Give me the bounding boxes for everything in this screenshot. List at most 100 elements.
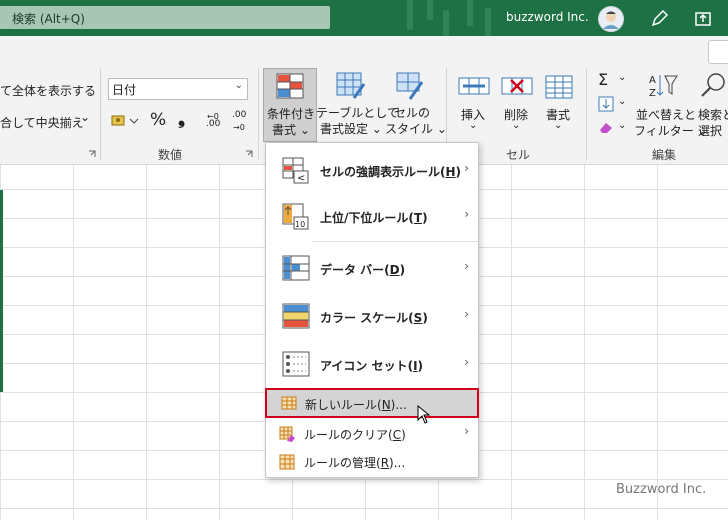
menu-item-new-rule[interactable]: 新しいルール(N)... bbox=[265, 388, 479, 424]
menu-item-label: ルールのクリア(C) bbox=[304, 428, 406, 442]
comment-icon[interactable] bbox=[708, 40, 728, 64]
menu-item-label: ルールの管理(R)... bbox=[304, 456, 406, 470]
merge-center-button[interactable]: 合して中央揃え bbox=[0, 114, 84, 131]
format-button[interactable]: 書式 ⌄ bbox=[540, 72, 578, 132]
search-text: 検索 (Alt+Q) bbox=[12, 12, 85, 26]
svg-text:10: 10 bbox=[295, 220, 305, 229]
format-cells-icon bbox=[545, 75, 573, 99]
fill-down-icon[interactable] bbox=[598, 96, 614, 112]
menu-item-data-bars[interactable]: データ バー(D) › bbox=[266, 253, 478, 287]
menu-item-clear-rules[interactable]: ルールのクリア(C) › bbox=[266, 423, 478, 445]
menu-item-icon-sets[interactable]: アイコン セット(I) › bbox=[266, 349, 478, 383]
sort-filter-label-1: 並べ替えと bbox=[636, 108, 697, 122]
chevron-right-icon: › bbox=[464, 355, 469, 369]
new-rule-icon bbox=[281, 396, 297, 410]
chevron-down-icon[interactable]: ⌄ bbox=[618, 96, 626, 107]
conditional-format-icon bbox=[276, 73, 304, 99]
conditional-format-label-1: 条件付き bbox=[267, 107, 316, 121]
chevron-down-icon: ⌄ bbox=[234, 80, 243, 91]
chevron-right-icon: › bbox=[464, 424, 469, 438]
insert-cells-icon bbox=[458, 77, 490, 95]
comma-button[interactable]: ❟ bbox=[178, 108, 185, 129]
find-select-label-1: 検索と bbox=[698, 108, 728, 122]
menu-item-label: カラー スケール(S) bbox=[320, 311, 428, 325]
delete-cells-icon bbox=[501, 77, 533, 95]
chevron-down-icon: ⌄ bbox=[469, 120, 478, 131]
share-window-icon[interactable] bbox=[694, 9, 712, 27]
manage-rules-icon bbox=[279, 454, 295, 470]
conditional-format-menu: < セルの強調表示ルール(H) › 10 上位/下位ルール(T) › データ バ… bbox=[265, 142, 479, 478]
mouse-cursor-icon bbox=[417, 405, 431, 424]
menu-item-label: 上位/下位ルール(T) bbox=[320, 211, 428, 225]
title-bar: 検索 (Alt+Q) buzzword Inc. bbox=[0, 0, 728, 36]
menu-item-label: セルの強調表示ルール(H) bbox=[320, 165, 462, 179]
decrease-decimal-label: .00 bbox=[232, 110, 247, 120]
group-label-editing: 編集 bbox=[652, 148, 677, 162]
format-as-table-label-2: 書式設定 ⌄ bbox=[320, 122, 382, 136]
top-bottom-rules-icon: 10 bbox=[282, 203, 309, 230]
cell-styles-icon bbox=[396, 72, 424, 100]
menu-item-color-scales[interactable]: カラー スケール(S) › bbox=[266, 301, 478, 335]
percent-button[interactable]: % bbox=[150, 110, 166, 130]
separator bbox=[586, 68, 587, 160]
autosum-button[interactable]: Σ bbox=[598, 70, 608, 89]
search-icon bbox=[701, 73, 725, 97]
wrap-text-button[interactable]: て全体を表示する bbox=[0, 82, 96, 99]
cell-styles-button[interactable]: セルの スタイル ⌄ bbox=[384, 68, 447, 140]
pen-icon[interactable] bbox=[650, 8, 670, 28]
menu-item-highlight-rules[interactable]: < セルの強調表示ルール(H) › bbox=[266, 155, 478, 189]
excel-pattern-decoration bbox=[407, 0, 491, 36]
group-label-number: 数値 bbox=[158, 148, 183, 162]
format-as-table-button[interactable]: テーブルとして 書式設定 ⌄ bbox=[316, 68, 399, 140]
menu-separator bbox=[312, 241, 478, 242]
delete-button[interactable]: 削除 ⌄ bbox=[498, 72, 536, 132]
chevron-down-icon[interactable]: ⌄ bbox=[618, 72, 626, 83]
svg-text:Z: Z bbox=[649, 88, 656, 98]
chevron-right-icon: › bbox=[464, 259, 469, 273]
dialog-launcher-icon[interactable] bbox=[245, 150, 253, 158]
cell-styles-label-1: セルの bbox=[394, 106, 431, 120]
menu-item-top-bottom-rules[interactable]: 10 上位/下位ルール(T) › bbox=[266, 201, 478, 235]
user-name: buzzword Inc. bbox=[506, 10, 589, 24]
insert-button[interactable]: 挿入 ⌄ bbox=[455, 72, 493, 132]
avatar[interactable] bbox=[598, 6, 624, 32]
increase-decimal-button[interactable]: ←0 .00 bbox=[204, 110, 226, 132]
menu-item-label: 新しいルール(N)... bbox=[305, 398, 407, 412]
sort-filter-button[interactable]: AZ 並べ替えと フィルター ⌄ bbox=[634, 72, 708, 138]
clear-rules-icon bbox=[279, 426, 295, 442]
data-bars-icon bbox=[282, 255, 310, 281]
selected-range-border bbox=[0, 190, 3, 392]
conditional-format-label-2: 書式 ⌄ bbox=[272, 123, 310, 137]
search-box[interactable]: 検索 (Alt+Q) bbox=[0, 6, 330, 29]
group-label-cells: セル bbox=[506, 148, 531, 162]
menu-item-label: アイコン セット(I) bbox=[320, 359, 424, 373]
watermark: Buzzword Inc. bbox=[616, 482, 707, 497]
find-select-button[interactable]: 検索と 選択 ⌄ bbox=[694, 72, 728, 138]
separator bbox=[100, 68, 101, 160]
eraser-icon[interactable] bbox=[598, 120, 614, 134]
number-format-value: 日付 bbox=[112, 83, 137, 97]
sort-filter-icon: AZ bbox=[649, 75, 678, 98]
svg-text:→0: →0 bbox=[233, 123, 245, 132]
svg-text:<: < bbox=[297, 173, 305, 184]
chevron-down-icon: ⌄ bbox=[554, 120, 563, 131]
find-select-label-2: 選択 ⌄ bbox=[698, 124, 728, 138]
chevron-right-icon: › bbox=[464, 307, 469, 321]
currency-format-icon[interactable] bbox=[110, 112, 140, 130]
number-format-select[interactable]: 日付 ⌄ bbox=[108, 78, 248, 100]
cell-styles-label-2: スタイル ⌄ bbox=[385, 122, 447, 136]
svg-text:A: A bbox=[649, 75, 656, 86]
conditional-format-button[interactable]: 条件付き 書式 ⌄ bbox=[263, 68, 317, 142]
decrease-decimal-button[interactable]: .00 →0 bbox=[230, 110, 252, 132]
color-scales-icon bbox=[282, 303, 310, 329]
menu-item-manage-rules[interactable]: ルールの管理(R)... bbox=[266, 451, 478, 473]
highlight-rules-icon: < bbox=[282, 157, 309, 184]
dialog-launcher-icon[interactable] bbox=[88, 150, 96, 158]
format-table-icon bbox=[336, 72, 366, 99]
merge-dropdown-arrow[interactable]: ⌄ bbox=[80, 110, 90, 124]
chevron-down-icon: ⌄ bbox=[512, 120, 521, 131]
chevron-down-icon[interactable]: ⌄ bbox=[618, 120, 626, 131]
icon-sets-icon bbox=[282, 351, 310, 377]
separator bbox=[258, 68, 259, 160]
chevron-right-icon: › bbox=[464, 161, 469, 175]
